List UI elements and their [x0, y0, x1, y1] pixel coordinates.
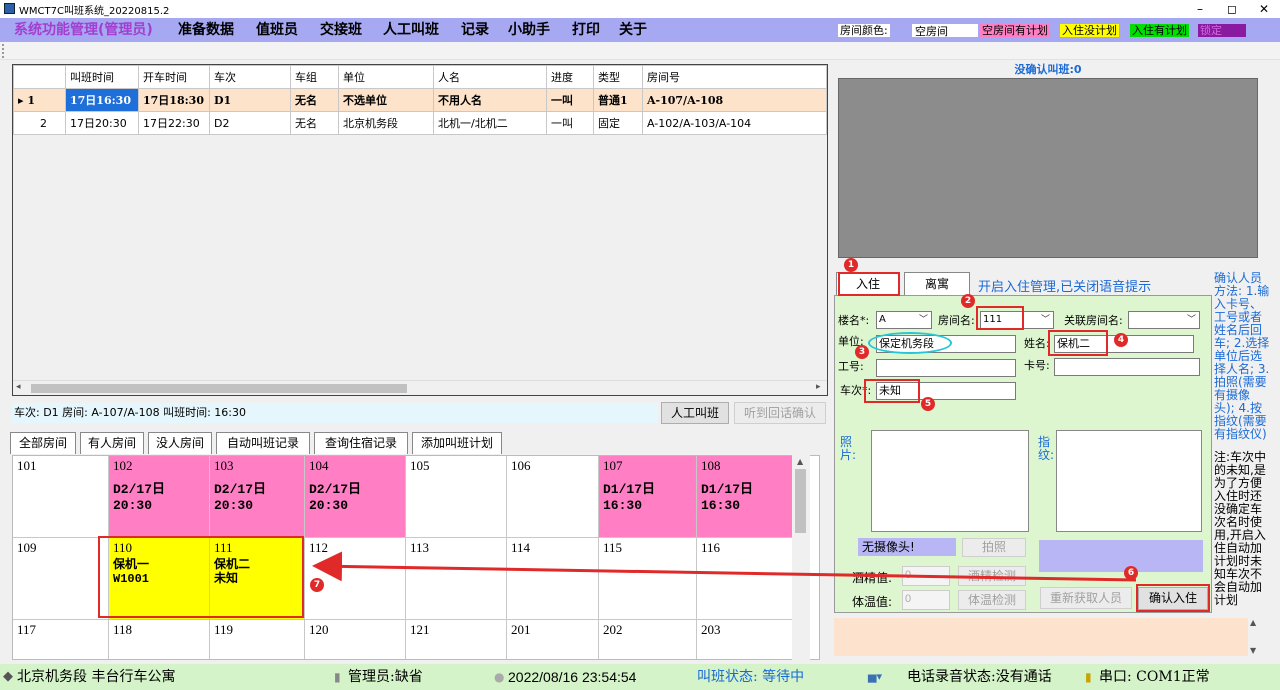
- annotation-badge: 4: [1114, 333, 1128, 347]
- annotation-badge: 2: [961, 294, 975, 308]
- annotation-badge: 5: [921, 397, 935, 411]
- annotation-badge: 6: [1124, 566, 1138, 580]
- annotation-badge: 3: [855, 345, 869, 359]
- annotation-badge: 1: [844, 258, 858, 272]
- annotation-badge: 7: [310, 578, 324, 592]
- annotation-arrow: [312, 551, 1137, 582]
